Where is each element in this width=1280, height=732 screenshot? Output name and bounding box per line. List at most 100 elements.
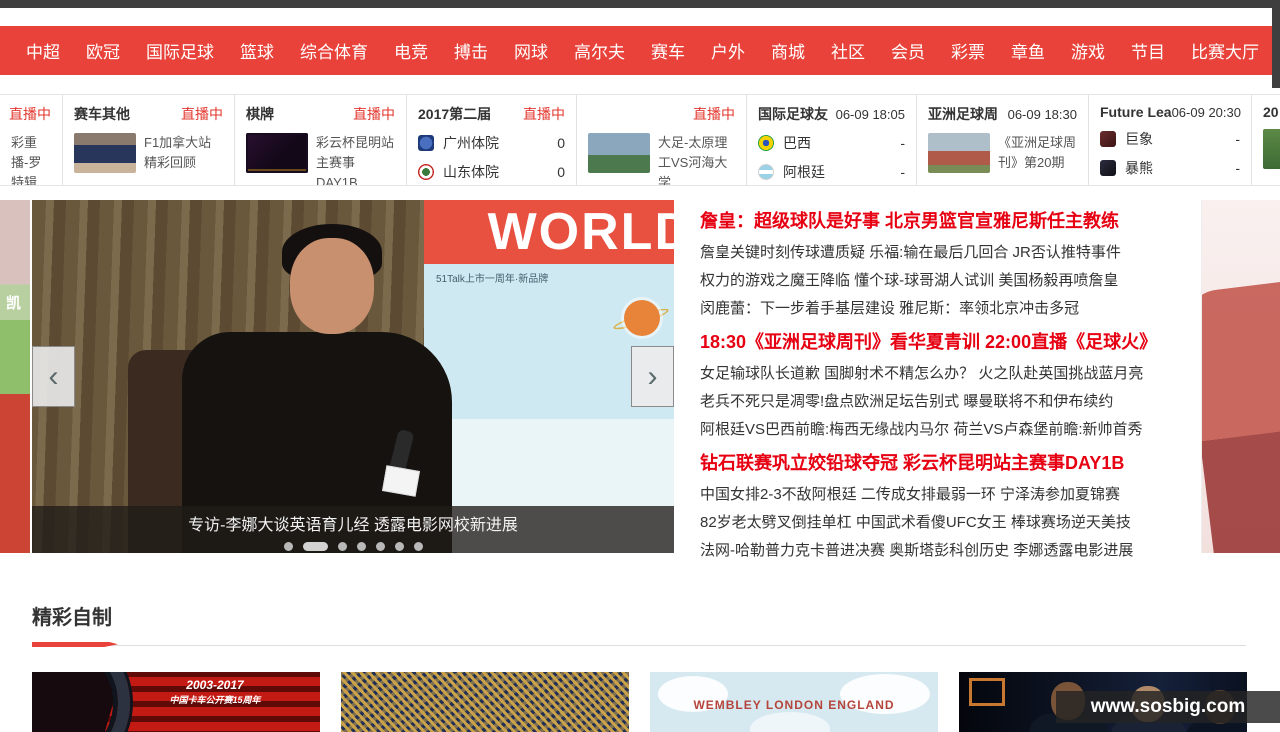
nav-item-gaoerfu[interactable]: 高尔夫 (561, 38, 638, 63)
live-thumbnail (1263, 129, 1280, 169)
headline-line[interactable]: 法网-哈勒普力克卡普进决赛 奥斯塔彭科创历史 李娜透露电影进展 (700, 537, 1198, 565)
team-row: 暴熊 - (1100, 158, 1240, 178)
poster-red-band: WORLD (424, 200, 674, 264)
carousel-dot[interactable] (338, 542, 347, 551)
carousel-dot[interactable] (395, 542, 404, 551)
team-score: - (1235, 160, 1240, 176)
headline-block-basketball: 詹皇：超级球队是好事 北京男篮官宣雅尼斯任主教练 詹皇关键时刻传球遭质疑 乐福:… (700, 209, 1198, 323)
nav-item-saiche[interactable]: 赛车 (638, 38, 698, 63)
carousel-dot[interactable] (414, 542, 423, 551)
team-badge-icon (418, 135, 434, 151)
team-badge-icon (418, 164, 434, 180)
live-category: Future Lea (1100, 104, 1172, 120)
team-badge-icon (1100, 131, 1116, 147)
live-card-racing[interactable]: 赛车其他 直播中 F1加拿大站精彩回顾 (63, 95, 235, 185)
live-card-college-basketball[interactable]: 2017第二届 直播中 广州体院 0 山东体院 0 (407, 95, 577, 185)
headline-line[interactable]: 权力的游戏之魔王降临 懂个球-球哥湖人试训 美国杨毅再喷詹皇 (700, 267, 1198, 295)
nav-item-shequ[interactable]: 社区 (818, 38, 878, 63)
live-card-poker[interactable]: 棋牌 直播中 彩云杯昆明站主赛事DAY1B (235, 95, 407, 185)
live-card-partial-left[interactable]: 直播中 彩重播-罗 特辑 (0, 95, 63, 185)
team-row: 山东体院 0 (418, 162, 565, 182)
live-time: 06-09 18:05 (836, 107, 905, 122)
microphone-flag (382, 465, 420, 497)
nav-item-zhangyu[interactable]: 章鱼 (998, 38, 1058, 63)
headline-line[interactable]: 女足输球队长道歉 国脚射术不精怎么办？ 火之队赴英国挑战蓝月亮 (700, 360, 1198, 388)
nav-item-guojizuqiu[interactable]: 国际足球 (133, 38, 227, 63)
carousel-caption-bar: 专访-李娜大谈英语育儿经 透露电影网校新进展 (32, 506, 674, 553)
team-row: 巴西 - (758, 133, 905, 153)
nav-item-bisaidating[interactable]: 比赛大厅 (1178, 38, 1272, 63)
nav-item-caipiao[interactable]: 彩票 (938, 38, 998, 63)
live-card-asia-weekly[interactable]: 亚洲足球周 06-09 18:30 《亚洲足球周刊》第20期 (917, 95, 1089, 185)
nav-item-youxi[interactable]: 游戏 (1058, 38, 1118, 63)
carousel-slide[interactable]: WORLD 51Talk上市一周年·新品牌 专访-李娜大谈英语育儿经 透露电影网… (32, 200, 674, 553)
headline-line[interactable]: 詹皇关键时刻传球遭质疑 乐福:输在最后几回合 JR否认推特事件 (700, 239, 1198, 267)
live-match-strip: 直播中 彩重播-罗 特辑 赛车其他 直播中 F1加拿大站精彩回顾 棋牌 直播中 … (0, 94, 1280, 186)
headline-line[interactable]: 闵鹿蕾：下一步着手基层建设 雅尼斯：率领北京冲击多冠 (700, 295, 1198, 323)
video-thumb-crowd[interactable] (341, 672, 629, 732)
carousel-dot[interactable] (284, 542, 293, 551)
video-thumb-wembley[interactable]: WEMBLEY LONDON ENGLAND (650, 672, 938, 732)
headline-title[interactable]: 钻石联赛巩立姣铅球夺冠 彩云杯昆明站主赛事DAY1B (700, 451, 1198, 476)
nav-item-jiemu[interactable]: 节目 (1118, 38, 1178, 63)
live-card-campus-football[interactable]: 直播中 大足-太原理工VS河海大学 (577, 95, 747, 185)
live-category: 赛车其他 (74, 104, 130, 124)
team-score: - (900, 135, 905, 151)
live-status: 直播中 (181, 104, 223, 124)
poster-subtitle: 51Talk上市一周年·新品牌 (436, 270, 548, 285)
team-score: - (900, 164, 905, 180)
nav-item-wangqiu[interactable]: 网球 (501, 38, 561, 63)
live-status: 直播中 (523, 104, 565, 124)
headline-title[interactable]: 詹皇：超级球队是好事 北京男篮官宣雅尼斯任主教练 (700, 209, 1198, 234)
carousel-dot[interactable] (357, 542, 366, 551)
live-desc: 彩云杯昆明站主赛事DAY1B (316, 133, 395, 185)
headline-line[interactable]: 阿根廷VS巴西前瞻:梅西无缘战内马尔 荷兰VS卢森堡前瞻:新帅首秀 (700, 416, 1198, 444)
team-name: 暴熊 (1125, 158, 1153, 178)
live-desc: 大足-太原理工VS河海大学 (658, 133, 735, 185)
carousel-dot-active[interactable] (303, 542, 328, 551)
site-watermark: www.sosbig.com (1056, 691, 1280, 723)
nav-item-boji[interactable]: 搏击 (441, 38, 501, 63)
live-card-intl-friendly[interactable]: 国际足球友 06-09 18:05 巴西 - 阿根廷 - (747, 95, 917, 185)
live-card-future-league[interactable]: Future Lea 06-09 20:30 巨象 - 暴熊 - (1089, 95, 1252, 185)
team-name: 广州体院 (443, 133, 499, 153)
carousel-dots (32, 542, 674, 551)
team-row: 广州体院 0 (418, 133, 565, 153)
live-status: 直播中 (9, 104, 51, 124)
nav-item-yuetiyu[interactable]: 粤体育 (1272, 38, 1280, 63)
team-row: 巨象 - (1100, 129, 1240, 149)
carousel-next-button[interactable]: › (631, 346, 674, 407)
live-category: 亚洲足球周 (928, 104, 998, 124)
team-name: 巴西 (783, 133, 811, 153)
nav-item-dianjing[interactable]: 电竞 (381, 38, 441, 63)
crowd-texture (341, 672, 629, 732)
jersey-shape (1201, 280, 1280, 553)
carousel-dot[interactable] (376, 542, 385, 551)
live-category: 20 (1263, 104, 1279, 120)
headline-line[interactable]: 中国女排2-3不敌阿根廷 二传成女排最弱一环 宁泽涛参加夏锦赛 (700, 481, 1198, 509)
headline-title[interactable]: 18:30《亚洲足球周刊》看华夏青训 22:00直播《足球火》 (700, 330, 1198, 355)
nav-item-shangcheng[interactable]: 商城 (758, 38, 818, 63)
headline-line[interactable]: 老兵不死只是凋零!盘点欧洲足坛告别式 曝曼联将不和伊布续约 (700, 388, 1198, 416)
top-dark-strip (0, 0, 1280, 8)
carousel-prev-slide[interactable]: 凯 (0, 200, 30, 553)
team-name: 阿根廷 (783, 162, 825, 182)
basketball-hoop-icon (969, 678, 1005, 706)
carousel-prev-button[interactable]: ‹ (32, 346, 75, 407)
team-score: 0 (557, 164, 565, 180)
nav-item-huwai[interactable]: 户外 (698, 38, 758, 63)
headline-line[interactable]: 82岁老太劈叉倒挂单杠 中国武术看傻UFC女王 棒球赛场逆天美技 (700, 509, 1198, 537)
nav-item-zhongchao[interactable]: 中超 (13, 38, 73, 63)
headline-block-comprehensive: 钻石联赛巩立姣铅球夺冠 彩云杯昆明站主赛事DAY1B 中国女排2-3不敌阿根廷 … (700, 451, 1198, 565)
page: 中超 欧冠 国际足球 篮球 综合体育 电竞 搏击 网球 高尔夫 赛车 户外 商城… (0, 0, 1280, 732)
thumb-title-years: 2003-2017 (150, 678, 280, 692)
live-thumbnail (246, 133, 308, 173)
nav-item-ouguan[interactable]: 欧冠 (73, 38, 133, 63)
nav-item-zonghetiyu[interactable]: 综合体育 (287, 38, 381, 63)
team-row: 阿根廷 - (758, 162, 905, 182)
video-thumb-truck-racing[interactable]: 160 2003-2017 中国卡车公开赛15周年 400 (32, 672, 320, 732)
nav-item-lanqiu[interactable]: 篮球 (227, 38, 287, 63)
prev-slide-text: 凯 (6, 292, 21, 313)
nav-item-huiyuan[interactable]: 会员 (878, 38, 938, 63)
live-card-partial-right[interactable]: 20 (1252, 95, 1280, 185)
